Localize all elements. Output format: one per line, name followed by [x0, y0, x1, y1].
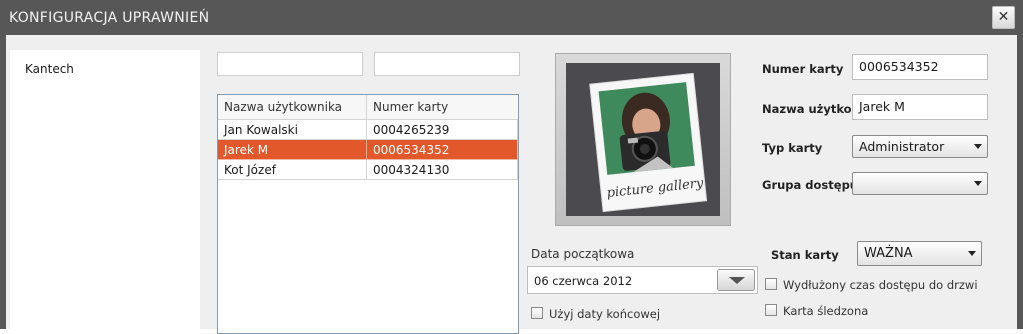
table-row[interactable]: Jan Kowalski 0004265239 [218, 120, 518, 140]
filter-card-input[interactable] [374, 52, 520, 76]
card-state-value: WAŻNA [864, 246, 913, 261]
extended-access-checkbox[interactable] [765, 278, 777, 290]
card-state-label: Stan karty [771, 248, 839, 262]
use-end-date-label: Użyj daty końcowej [549, 307, 661, 321]
card-state-dropdown[interactable]: WAŻNA [857, 241, 982, 266]
card-type-value: Administrator [859, 139, 945, 154]
chevron-down-icon [729, 277, 745, 284]
title-bar: KONFIGURACJA UPRAWNIEŃ ✕ [0, 0, 1023, 35]
card-number-field[interactable]: 0006534352 [852, 54, 988, 80]
extended-access-label: Wydłużony czas dostępu do drzwi [783, 278, 978, 292]
chevron-down-icon [974, 181, 982, 186]
cell-card-number: 0006534352 [367, 140, 518, 160]
users-table: Nazwa użytkownika Numer karty Jan Kowals… [217, 94, 519, 334]
cell-username: Jarek M [218, 140, 367, 160]
card-number-label: Numer karty [762, 62, 844, 76]
username-label: Nazwa użytkow. [762, 102, 866, 116]
sidebar: Kantech [10, 50, 200, 329]
column-header-username[interactable]: Nazwa użytkownika [218, 95, 367, 119]
close-button[interactable]: ✕ [992, 6, 1015, 29]
cell-card-number: 0004265239 [367, 120, 518, 140]
card-type-dropdown[interactable]: Administrator [852, 135, 988, 158]
table-row-selected[interactable]: Jarek M 0006534352 [218, 140, 518, 160]
table-row[interactable]: Kot Józef 0004324130 [218, 160, 518, 180]
table-header: Nazwa użytkownika Numer karty [218, 95, 518, 120]
column-header-card-number[interactable]: Numer karty [367, 95, 518, 119]
start-date-value: 06 czerwca 2012 [534, 274, 633, 288]
filter-name-input[interactable] [217, 52, 363, 76]
cell-username: Jan Kowalski [218, 120, 367, 140]
access-group-label: Grupa dostępu [762, 178, 858, 192]
close-icon: ✕ [997, 9, 1010, 25]
cell-username: Kot Józef [218, 160, 367, 180]
sidebar-item-kantech[interactable]: Kantech [25, 62, 74, 76]
tracked-card-label: Karta śledzona [783, 304, 869, 318]
date-dropdown-button[interactable] [717, 269, 755, 291]
window-title: KONFIGURACJA UPRAWNIEŃ [9, 10, 210, 26]
username-field[interactable]: Jarek M [852, 94, 988, 120]
chevron-down-icon [974, 144, 982, 149]
tracked-card-checkbox[interactable] [765, 304, 777, 316]
cell-card-number: 0004324130 [367, 160, 518, 180]
user-photo[interactable]: picture gallery [555, 53, 731, 226]
chevron-down-icon [968, 251, 976, 256]
card-type-label: Typ karty [762, 141, 823, 155]
window-frame-right [1017, 35, 1023, 329]
use-end-date-checkbox[interactable] [531, 307, 543, 319]
start-date-label: Data początkowa [531, 247, 635, 261]
photo-background: picture gallery [566, 63, 720, 216]
photo-image: picture gallery [589, 72, 708, 213]
access-group-dropdown[interactable] [852, 172, 988, 195]
start-date-picker[interactable]: 06 czerwca 2012 [527, 266, 758, 294]
